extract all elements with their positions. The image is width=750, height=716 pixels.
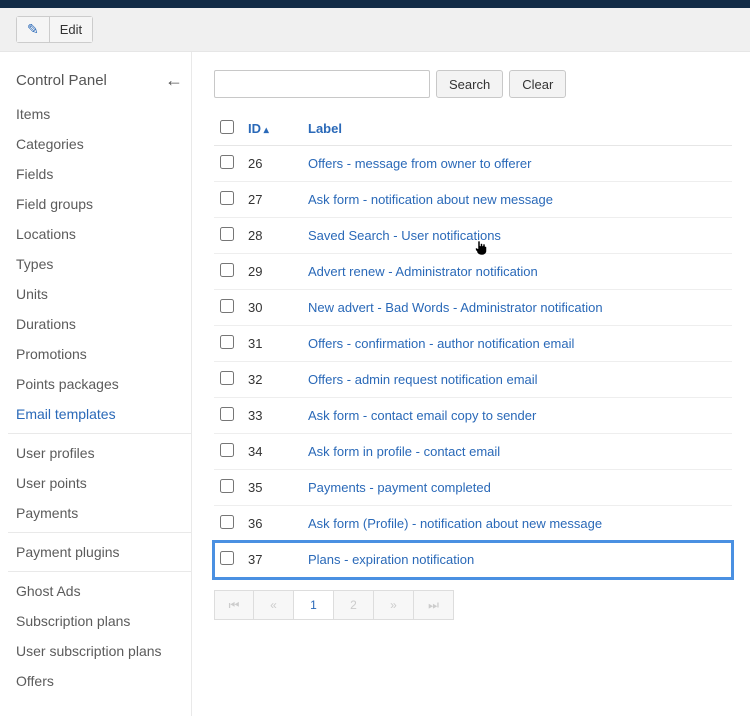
column-id[interactable]: ID bbox=[248, 121, 269, 136]
row-checkbox[interactable] bbox=[220, 551, 234, 565]
row-id: 30 bbox=[242, 290, 302, 326]
row-label-link[interactable]: Payments - payment completed bbox=[308, 480, 491, 495]
page-button: ⏮ bbox=[214, 590, 254, 620]
row-label-link[interactable]: Offers - message from owner to offerer bbox=[308, 156, 532, 171]
row-checkbox[interactable] bbox=[220, 443, 234, 457]
row-checkbox[interactable] bbox=[220, 371, 234, 385]
edit-icon-button[interactable] bbox=[16, 16, 50, 43]
edit-icon bbox=[27, 21, 39, 38]
table-row: 32 Offers - admin request notification em… bbox=[214, 362, 732, 398]
row-id: 37 bbox=[242, 542, 302, 578]
sidebar-item[interactable]: User subscription plans bbox=[8, 636, 191, 666]
table-row: 31 Offers - confirmation - author notific… bbox=[214, 326, 732, 362]
row-id: 36 bbox=[242, 506, 302, 542]
page-button: « bbox=[254, 590, 294, 620]
table-row: 26 Offers - message from owner to offerer bbox=[214, 146, 732, 182]
table-row: 35 Payments - payment completed bbox=[214, 470, 732, 506]
row-id: 34 bbox=[242, 434, 302, 470]
row-id: 29 bbox=[242, 254, 302, 290]
sidebar-item[interactable]: Field groups bbox=[8, 189, 191, 219]
table-row: 28 Saved Search - User notifications bbox=[214, 218, 732, 254]
sidebar-item[interactable]: Durations bbox=[8, 309, 191, 339]
row-checkbox[interactable] bbox=[220, 479, 234, 493]
row-label-link[interactable]: Ask form - contact email copy to sender bbox=[308, 408, 536, 423]
column-label[interactable]: Label bbox=[302, 112, 732, 146]
table-row: 34 Ask form in profile - contact email bbox=[214, 434, 732, 470]
sidebar-item[interactable]: Ghost Ads bbox=[8, 576, 191, 606]
row-label-link[interactable]: Ask form - notification about new messag… bbox=[308, 192, 553, 207]
row-id: 32 bbox=[242, 362, 302, 398]
row-label-link[interactable]: Ask form in profile - contact email bbox=[308, 444, 500, 459]
row-checkbox[interactable] bbox=[220, 335, 234, 349]
sidebar-item[interactable]: Units bbox=[8, 279, 191, 309]
page-button[interactable]: » bbox=[374, 590, 414, 620]
sidebar-item[interactable]: Subscription plans bbox=[8, 606, 191, 636]
row-id: 33 bbox=[242, 398, 302, 434]
row-label-link[interactable]: New advert - Bad Words - Administrator n… bbox=[308, 300, 603, 315]
sidebar-item[interactable]: Points packages bbox=[8, 369, 191, 399]
edit-button[interactable]: Edit bbox=[50, 16, 93, 43]
row-checkbox[interactable] bbox=[220, 407, 234, 421]
row-checkbox[interactable] bbox=[220, 515, 234, 529]
row-label-link[interactable]: Advert renew - Administrator notificatio… bbox=[308, 264, 538, 279]
row-id: 27 bbox=[242, 182, 302, 218]
sidebar: Control Panel ← ItemsCategoriesFieldsFie… bbox=[0, 52, 192, 716]
row-checkbox[interactable] bbox=[220, 299, 234, 313]
main-content: Search Clear ID Label 26 Offers - message… bbox=[192, 52, 750, 716]
table-row: 29 Advert renew - Administrator notificat… bbox=[214, 254, 732, 290]
search-button[interactable]: Search bbox=[436, 70, 503, 98]
row-label-link[interactable]: Saved Search - User notifications bbox=[308, 228, 501, 243]
row-id: 31 bbox=[242, 326, 302, 362]
sidebar-item[interactable]: Payments bbox=[8, 498, 191, 528]
search-input[interactable] bbox=[214, 70, 430, 98]
table-row: 33 Ask form - contact email copy to sende… bbox=[214, 398, 732, 434]
sidebar-item[interactable]: Offers bbox=[8, 666, 191, 696]
clear-button[interactable]: Clear bbox=[509, 70, 566, 98]
toolbar: Edit bbox=[0, 8, 750, 52]
row-label-link[interactable]: Ask form (Profile) - notification about … bbox=[308, 516, 602, 531]
sidebar-title: Control Panel bbox=[16, 72, 107, 89]
row-label-link[interactable]: Plans - expiration notification bbox=[308, 552, 474, 567]
row-checkbox[interactable] bbox=[220, 191, 234, 205]
search-bar: Search Clear bbox=[214, 70, 732, 98]
page-button[interactable]: ⏭ bbox=[414, 590, 454, 620]
sidebar-item[interactable]: Types bbox=[8, 249, 191, 279]
sidebar-item[interactable]: Payment plugins bbox=[8, 537, 191, 567]
page-button[interactable]: 2 bbox=[334, 590, 374, 620]
sidebar-item[interactable]: Locations bbox=[8, 219, 191, 249]
app-topbar bbox=[0, 0, 750, 8]
sidebar-item[interactable]: Categories bbox=[8, 129, 191, 159]
table-row: 30 New advert - Bad Words - Administrator… bbox=[214, 290, 732, 326]
pagination: ⏮«12»⏭ bbox=[214, 590, 732, 620]
row-checkbox[interactable] bbox=[220, 155, 234, 169]
table-row: 27 Ask form - notification about new mess… bbox=[214, 182, 732, 218]
row-checkbox[interactable] bbox=[220, 227, 234, 241]
row-id: 28 bbox=[242, 218, 302, 254]
row-label-link[interactable]: Offers - admin request notification emai… bbox=[308, 372, 538, 387]
sidebar-item[interactable]: User points bbox=[8, 468, 191, 498]
row-id: 26 bbox=[242, 146, 302, 182]
sidebar-collapse-icon[interactable]: ← bbox=[165, 70, 183, 91]
select-all-checkbox[interactable] bbox=[220, 120, 234, 134]
row-checkbox[interactable] bbox=[220, 263, 234, 277]
sidebar-item[interactable]: Promotions bbox=[8, 339, 191, 369]
sidebar-item[interactable]: Items bbox=[8, 99, 191, 129]
page-button[interactable]: 1 bbox=[294, 590, 334, 620]
data-table: ID Label 26 Offers - message from owner t… bbox=[214, 112, 732, 578]
sidebar-item[interactable]: Email templates bbox=[8, 399, 191, 429]
row-label-link[interactable]: Offers - confirmation - author notificat… bbox=[308, 336, 574, 351]
sidebar-item[interactable]: User profiles bbox=[8, 438, 191, 468]
row-id: 35 bbox=[242, 470, 302, 506]
sidebar-item[interactable]: Fields bbox=[8, 159, 191, 189]
table-row: 36 Ask form (Profile) - notification abou… bbox=[214, 506, 732, 542]
table-row: 37 Plans - expiration notification bbox=[214, 542, 732, 578]
